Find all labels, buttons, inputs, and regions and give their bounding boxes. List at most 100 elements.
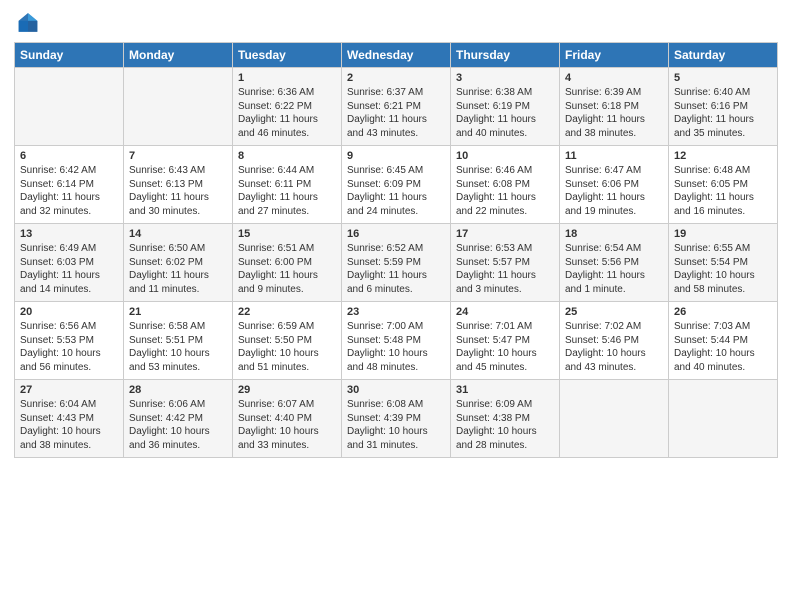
day-number: 12 [674,150,772,162]
day-number: 25 [565,306,663,318]
day-number: 8 [238,150,336,162]
calendar-cell: 11 Sunrise: 6:47 AM Sunset: 6:06 PM Dayli… [560,146,669,224]
day-info: Sunrise: 7:03 AM Sunset: 5:44 PM Dayligh… [674,320,772,374]
calendar-cell [560,380,669,458]
day-number: 28 [129,384,227,396]
calendar-cell: 24 Sunrise: 7:01 AM Sunset: 5:47 PM Dayli… [451,302,560,380]
day-info: Sunrise: 6:45 AM Sunset: 6:09 PM Dayligh… [347,164,445,218]
logo-icon [14,10,42,38]
day-number: 5 [674,72,772,84]
calendar-cell: 7 Sunrise: 6:43 AM Sunset: 6:13 PM Daylig… [124,146,233,224]
day-info: Sunrise: 6:48 AM Sunset: 6:05 PM Dayligh… [674,164,772,218]
calendar-cell: 16 Sunrise: 6:52 AM Sunset: 5:59 PM Dayli… [342,224,451,302]
calendar-cell: 4 Sunrise: 6:39 AM Sunset: 6:18 PM Daylig… [560,68,669,146]
calendar-header: SundayMondayTuesdayWednesdayThursdayFrid… [15,43,778,68]
day-number: 21 [129,306,227,318]
day-number: 20 [20,306,118,318]
calendar-cell: 1 Sunrise: 6:36 AM Sunset: 6:22 PM Daylig… [233,68,342,146]
calendar-cell: 13Sunrise: 6:49 AM Sunset: 6:03 PM Dayli… [15,224,124,302]
day-info: Sunrise: 6:55 AM Sunset: 5:54 PM Dayligh… [674,242,772,296]
day-number: 14 [129,228,227,240]
day-header-sunday: Sunday [15,43,124,68]
week-row-3: 13Sunrise: 6:49 AM Sunset: 6:03 PM Dayli… [15,224,778,302]
calendar-cell: 21Sunrise: 6:58 AM Sunset: 5:51 PM Dayli… [124,302,233,380]
day-info: Sunrise: 6:06 AM Sunset: 4:42 PM Dayligh… [129,398,227,452]
calendar-cell: 10Sunrise: 6:46 AM Sunset: 6:08 PM Dayli… [451,146,560,224]
day-info: Sunrise: 6:36 AM Sunset: 6:22 PM Dayligh… [238,86,336,140]
day-number: 15 [238,228,336,240]
day-info: Sunrise: 6:47 AM Sunset: 6:06 PM Dayligh… [565,164,663,218]
calendar-table: SundayMondayTuesdayWednesdayThursdayFrid… [14,42,778,458]
calendar-body: 1 Sunrise: 6:36 AM Sunset: 6:22 PM Daylig… [15,68,778,458]
calendar-cell: 8 Sunrise: 6:44 AM Sunset: 6:11 PM Daylig… [233,146,342,224]
week-row-2: 6 Sunrise: 6:42 AM Sunset: 6:14 PM Daylig… [15,146,778,224]
day-info: Sunrise: 7:01 AM Sunset: 5:47 PM Dayligh… [456,320,554,374]
day-number: 22 [238,306,336,318]
day-number: 24 [456,306,554,318]
day-number: 26 [674,306,772,318]
calendar-cell: 6 Sunrise: 6:42 AM Sunset: 6:14 PM Daylig… [15,146,124,224]
calendar-cell: 25 Sunrise: 7:02 AM Sunset: 5:46 PM Dayli… [560,302,669,380]
calendar-cell [15,68,124,146]
day-info: Sunrise: 6:59 AM Sunset: 5:50 PM Dayligh… [238,320,336,374]
day-number: 9 [347,150,445,162]
logo [14,10,46,38]
day-header-tuesday: Tuesday [233,43,342,68]
calendar-cell: 26 Sunrise: 7:03 AM Sunset: 5:44 PM Dayli… [669,302,778,380]
week-row-4: 20 Sunrise: 6:56 AM Sunset: 5:53 PM Dayli… [15,302,778,380]
day-number: 6 [20,150,118,162]
day-header-wednesday: Wednesday [342,43,451,68]
week-row-1: 1 Sunrise: 6:36 AM Sunset: 6:22 PM Daylig… [15,68,778,146]
calendar-cell: 14Sunrise: 6:50 AM Sunset: 6:02 PM Dayli… [124,224,233,302]
day-info: Sunrise: 6:38 AM Sunset: 6:19 PM Dayligh… [456,86,554,140]
day-number: 27 [20,384,118,396]
day-header-thursday: Thursday [451,43,560,68]
calendar-cell: 18 Sunrise: 6:54 AM Sunset: 5:56 PM Dayli… [560,224,669,302]
day-number: 7 [129,150,227,162]
day-number: 29 [238,384,336,396]
day-number: 17 [456,228,554,240]
calendar-cell: 2 Sunrise: 6:37 AM Sunset: 6:21 PM Daylig… [342,68,451,146]
day-info: Sunrise: 6:44 AM Sunset: 6:11 PM Dayligh… [238,164,336,218]
page-container: SundayMondayTuesdayWednesdayThursdayFrid… [0,0,792,468]
day-number: 13 [20,228,118,240]
day-info: Sunrise: 6:07 AM Sunset: 4:40 PM Dayligh… [238,398,336,452]
day-number: 31 [456,384,554,396]
header-row: SundayMondayTuesdayWednesdayThursdayFrid… [15,43,778,68]
day-number: 2 [347,72,445,84]
day-info: Sunrise: 7:02 AM Sunset: 5:46 PM Dayligh… [565,320,663,374]
day-info: Sunrise: 6:04 AM Sunset: 4:43 PM Dayligh… [20,398,118,452]
day-number: 4 [565,72,663,84]
day-header-monday: Monday [124,43,233,68]
calendar-cell: 15Sunrise: 6:51 AM Sunset: 6:00 PM Dayli… [233,224,342,302]
day-info: Sunrise: 6:56 AM Sunset: 5:53 PM Dayligh… [20,320,118,374]
week-row-5: 27 Sunrise: 6:04 AM Sunset: 4:43 PM Dayli… [15,380,778,458]
day-info: Sunrise: 6:46 AM Sunset: 6:08 PM Dayligh… [456,164,554,218]
day-number: 1 [238,72,336,84]
day-info: Sunrise: 6:37 AM Sunset: 6:21 PM Dayligh… [347,86,445,140]
day-info: Sunrise: 6:08 AM Sunset: 4:39 PM Dayligh… [347,398,445,452]
day-info: Sunrise: 7:00 AM Sunset: 5:48 PM Dayligh… [347,320,445,374]
day-info: Sunrise: 6:52 AM Sunset: 5:59 PM Dayligh… [347,242,445,296]
day-info: Sunrise: 6:42 AM Sunset: 6:14 PM Dayligh… [20,164,118,218]
calendar-cell: 3Sunrise: 6:38 AM Sunset: 6:19 PM Daylig… [451,68,560,146]
day-number: 16 [347,228,445,240]
calendar-cell [124,68,233,146]
day-info: Sunrise: 6:53 AM Sunset: 5:57 PM Dayligh… [456,242,554,296]
day-header-friday: Friday [560,43,669,68]
calendar-cell: 17 Sunrise: 6:53 AM Sunset: 5:57 PM Dayli… [451,224,560,302]
calendar-cell: 9 Sunrise: 6:45 AM Sunset: 6:09 PM Daylig… [342,146,451,224]
header [14,10,778,38]
calendar-cell [669,380,778,458]
day-info: Sunrise: 6:39 AM Sunset: 6:18 PM Dayligh… [565,86,663,140]
calendar-cell: 29 Sunrise: 6:07 AM Sunset: 4:40 PM Dayli… [233,380,342,458]
day-info: Sunrise: 6:09 AM Sunset: 4:38 PM Dayligh… [456,398,554,452]
calendar-cell: 23Sunrise: 7:00 AM Sunset: 5:48 PM Dayli… [342,302,451,380]
day-info: Sunrise: 6:43 AM Sunset: 6:13 PM Dayligh… [129,164,227,218]
calendar-cell: 12 Sunrise: 6:48 AM Sunset: 6:05 PM Dayli… [669,146,778,224]
day-number: 11 [565,150,663,162]
day-info: Sunrise: 6:40 AM Sunset: 6:16 PM Dayligh… [674,86,772,140]
calendar-cell: 31 Sunrise: 6:09 AM Sunset: 4:38 PM Dayli… [451,380,560,458]
day-info: Sunrise: 6:54 AM Sunset: 5:56 PM Dayligh… [565,242,663,296]
day-number: 18 [565,228,663,240]
